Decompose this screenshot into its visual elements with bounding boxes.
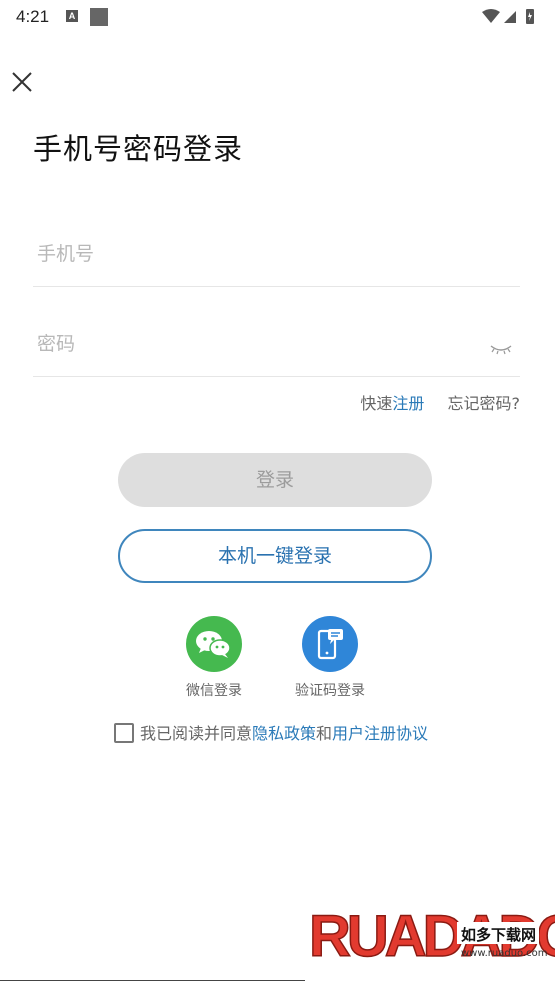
page-title: 手机号密码登录 [33, 132, 244, 166]
wechat-login-option[interactable]: 微信登录 [169, 616, 259, 700]
notification-icon: A [66, 10, 78, 22]
status-time: 4:21 [16, 7, 50, 26]
watermark-logo: RUADADO 如多下载网 www.ruaduo.com [305, 880, 556, 981]
one-key-login-button[interactable]: 本机一键登录 [118, 529, 432, 583]
close-icon[interactable] [10, 70, 34, 94]
sms-login-label: 验证码登录 [295, 683, 365, 699]
status-icons [482, 9, 534, 24]
cell-signal-icon [504, 11, 516, 23]
sms-login-option[interactable]: 验证码登录 [285, 616, 375, 700]
watermark-tagline: 如多下载网 [461, 926, 536, 944]
status-bar: 4:21 A [0, 0, 556, 34]
forgot-password-link[interactable]: 忘记密码? [448, 394, 521, 413]
eye-closed-icon[interactable] [490, 342, 512, 356]
agreement-and: 和 [316, 724, 333, 743]
quick-register-prefix: 快速 [360, 394, 393, 413]
agreement-prefix: 我已阅读并同意 [140, 724, 253, 743]
wechat-login-label: 微信登录 [186, 683, 242, 699]
phone-field-container [33, 234, 520, 287]
password-field-container [33, 324, 520, 377]
agreement-row: 我已阅读并同意隐私政策和用户注册协议 [114, 720, 428, 744]
app-notification-icon [90, 8, 108, 26]
watermark-url: www.ruaduo.com [461, 948, 548, 959]
phone-input[interactable] [33, 234, 467, 274]
agreement-checkbox[interactable] [114, 723, 134, 743]
password-input[interactable] [33, 324, 467, 364]
privacy-policy-link[interactable]: 隐私政策 [252, 724, 316, 743]
login-button[interactable]: 登录 [118, 453, 432, 507]
wechat-icon[interactable] [186, 616, 242, 672]
user-agreement-link[interactable]: 用户注册协议 [332, 724, 428, 743]
phone-message-icon[interactable] [302, 616, 358, 672]
quick-register-link[interactable]: 快速注册 [360, 394, 424, 413]
wifi-icon [482, 9, 500, 23]
auth-links: 快速注册 忘记密码? [360, 390, 520, 414]
register-link[interactable]: 注册 [392, 394, 424, 413]
